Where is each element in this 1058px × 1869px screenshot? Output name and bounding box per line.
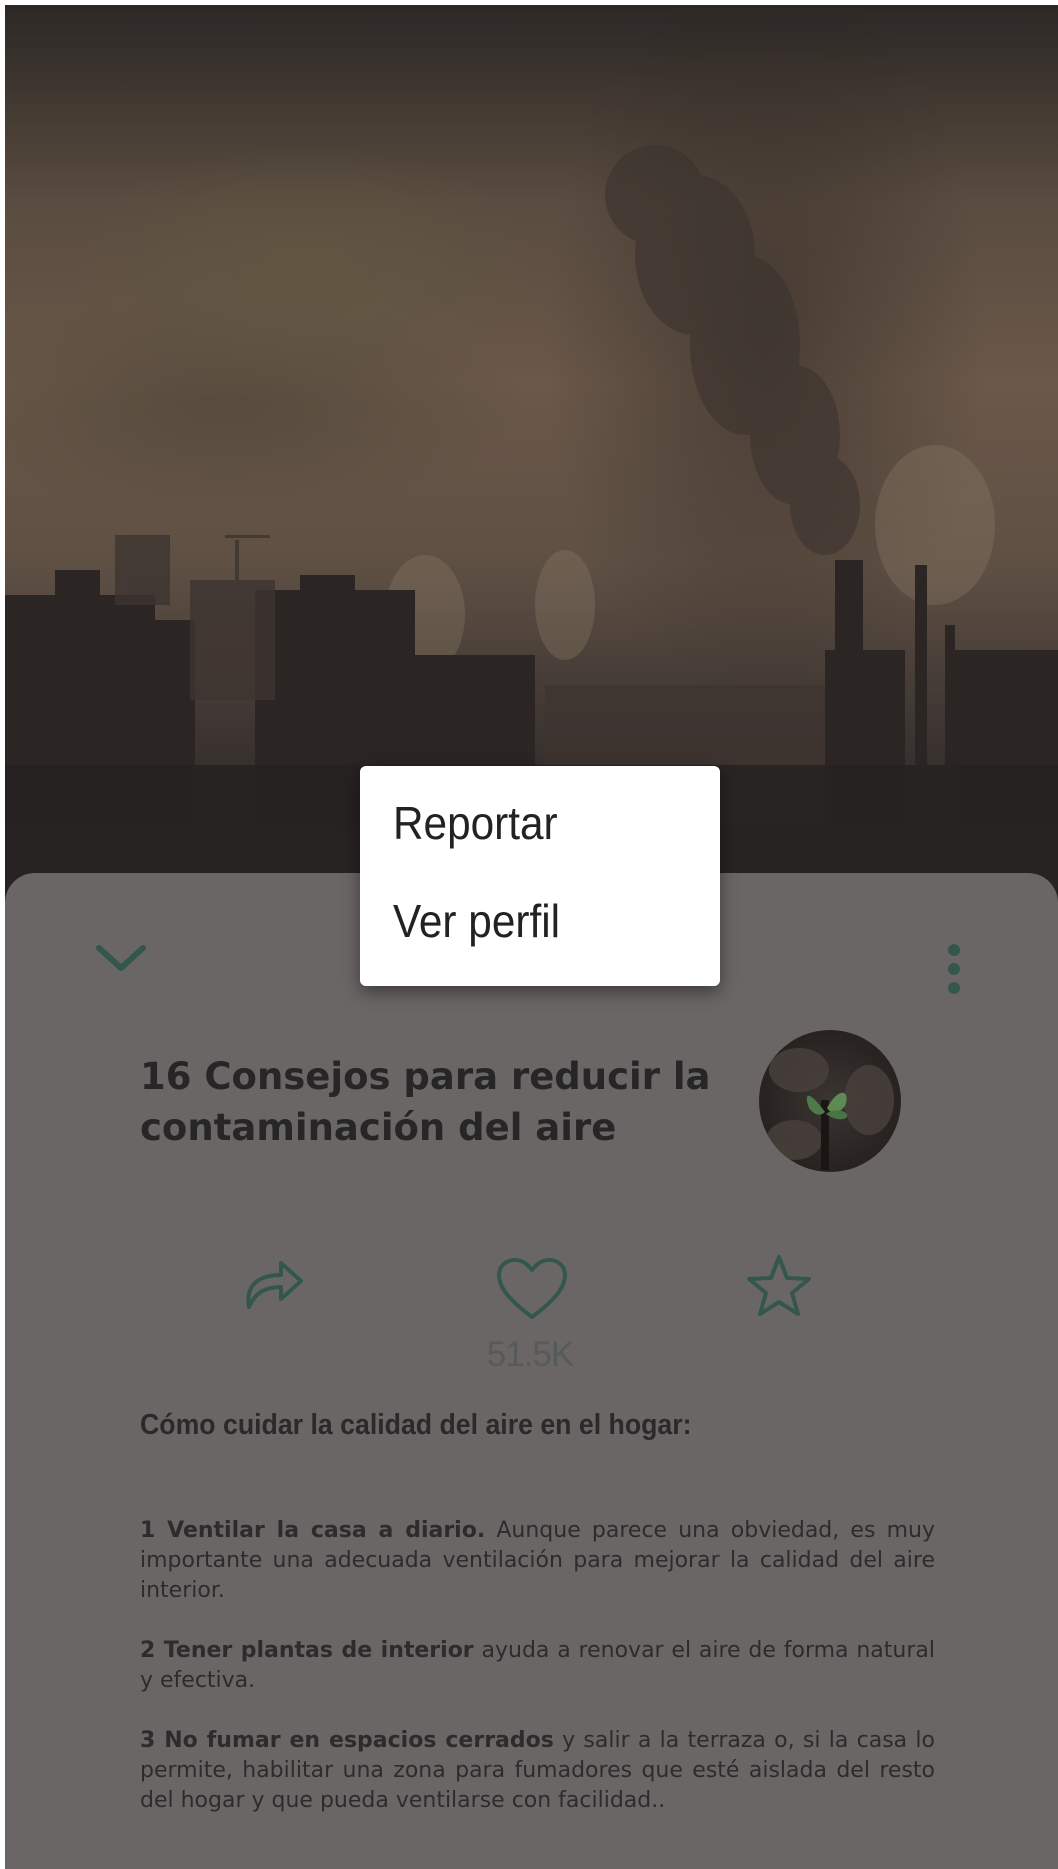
overflow-menu: Reportar Ver perfil [360, 766, 720, 986]
article-title: 16 Consejos para reducir la contaminació… [140, 1055, 711, 1149]
section-title: Cómo cuidar la calidad del aire en el ho… [140, 1409, 692, 1441]
tip-lead: 1 Ventilar la casa a diario. [140, 1518, 486, 1543]
tip-paragraph: 3 No fumar en espacios cerrados y salir … [140, 1726, 935, 1816]
tip-paragraph: 2 Tener plantas de interior ayuda a reno… [140, 1636, 935, 1696]
likes-count: 51.5K [486, 1335, 574, 1374]
author-avatar[interactable] [759, 1030, 901, 1172]
tip-lead: 2 Tener plantas de interior [140, 1638, 474, 1663]
menu-item-reportar[interactable]: Reportar [393, 796, 558, 850]
star-icon[interactable] [745, 1253, 813, 1319]
tip-paragraph: 1 Ventilar la casa a diario. Aunque pare… [140, 1516, 935, 1606]
share-icon[interactable] [241, 1255, 307, 1315]
chevron-down-icon[interactable] [93, 940, 149, 976]
app-screen: 16 Consejos para reducir la contaminació… [5, 5, 1058, 1869]
heart-icon[interactable] [495, 1257, 569, 1323]
tip-lead: 3 No fumar en espacios cerrados [140, 1728, 554, 1753]
menu-item-ver-perfil[interactable]: Ver perfil [393, 894, 560, 948]
more-vertical-icon[interactable] [945, 942, 963, 996]
